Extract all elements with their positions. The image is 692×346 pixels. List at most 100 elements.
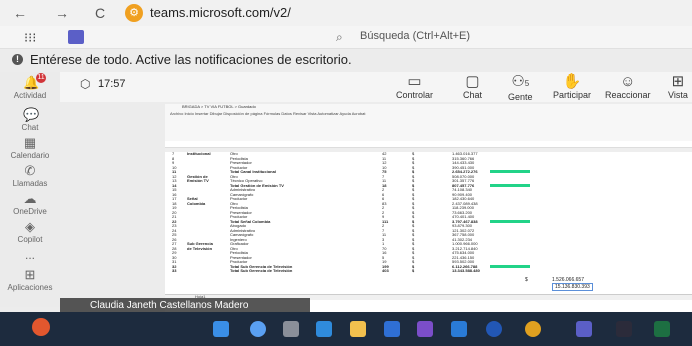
cell-highlight [490, 264, 530, 268]
chat-icon: ▢ [465, 73, 480, 90]
call-toolbar [60, 72, 692, 102]
shield-icon: ⬡ [80, 77, 91, 91]
rail-item-apps[interactable]: ⊞ Aplicaciones [0, 267, 60, 293]
cell-cat: Institucional [187, 151, 211, 156]
address-bar[interactable]: teams.microsoft.com/v2/ [150, 5, 291, 20]
teams-logo-icon [68, 30, 84, 44]
button-label: Participar [553, 90, 592, 100]
call-timer: 17:57 [98, 78, 126, 90]
excel-ribbon-tabs: Archivo Inicio Insertar Dibujar Disposic… [170, 111, 366, 116]
table-row: 18 Colombia Otro 83 $2.437.089.438 [172, 200, 692, 206]
info-icon: ! [12, 54, 23, 65]
rail-item-more[interactable]: ... [0, 248, 60, 262]
table-row: 26 Ingeniero 3 $41.302.234 [172, 237, 692, 242]
rail-item-calendar[interactable]: ▦ Calendario [0, 135, 60, 161]
forward-icon[interactable]: → [54, 5, 70, 21]
table-row: 30 Presentador 5 $221.436.150 [172, 255, 692, 260]
table-row: 28 de Televisión Otro 70 $3.212.714.840 [172, 245, 692, 251]
calendar-icon: ▦ [23, 135, 37, 150]
rail-label: Copilot [17, 235, 43, 244]
table-row: 16 Camarógrafo 6 $90.909.400 [172, 192, 692, 197]
table-row: 20 Presentador 2 $73.663.200 [172, 210, 692, 215]
cell-highlight [490, 219, 530, 223]
chat-icon: 💬 [23, 107, 40, 122]
edge-icon[interactable] [316, 321, 332, 337]
rail-label: Actividad [13, 91, 47, 100]
activity-badge: 11 [36, 73, 46, 83]
copilot-icon: ◈ [25, 219, 35, 234]
teams-app-icon[interactable] [576, 321, 592, 337]
hand-icon: ✋ [562, 73, 582, 90]
cell-cat: Emisión TV [187, 178, 209, 183]
people-icon: ⚇5 [508, 74, 533, 92]
raise-hand-button[interactable]: ✋ Participar [553, 73, 592, 101]
excel-icon[interactable] [654, 321, 670, 337]
teams-taskbar-icon[interactable] [417, 321, 433, 337]
search-icon[interactable]: ⌕ [336, 30, 343, 45]
search-icon[interactable] [250, 321, 266, 337]
summary-value-selected: 15.136.830.393 [552, 283, 593, 291]
table-row: 17 Señal Productor 6 $182.430.640 [172, 197, 692, 201]
button-label: Controlar [396, 90, 434, 100]
rail-item-chat[interactable]: 💬 Chat [0, 107, 60, 133]
cell-cat: de Televisión [187, 245, 213, 251]
chat-button[interactable]: ▢ Chat [463, 73, 483, 101]
chrome-icon[interactable] [525, 321, 541, 337]
formula-bar [165, 141, 692, 148]
screen-control-icon: ▭ [407, 73, 422, 90]
table-row: 9 Presentador 12 $144.433.430 [172, 161, 692, 165]
rail-label: Llamadas [12, 179, 48, 188]
terminal-icon[interactable] [616, 321, 632, 337]
cell-highlight [490, 170, 530, 173]
rail-item-activity[interactable]: 🔔 Actividad [0, 75, 60, 101]
back-icon[interactable]: ← [12, 5, 28, 21]
smile-icon: ☺ [620, 73, 636, 90]
cell-highlight [490, 183, 530, 187]
file-explorer-icon[interactable] [350, 321, 366, 337]
teams-header [0, 26, 692, 49]
button-label: Chat [463, 90, 483, 100]
weather-icon[interactable] [32, 318, 50, 336]
outlook-icon[interactable] [384, 321, 400, 337]
cell-cat: Colombia [187, 200, 206, 206]
button-label: Vista [668, 90, 688, 100]
search-input[interactable]: Búsqueda (Ctrl+Alt+E) [360, 30, 470, 42]
cell-sub: Total Sub Gerencia de Televisión [230, 268, 293, 273]
control-button[interactable]: ▭ Controlar [396, 73, 434, 101]
people-button[interactable]: ⚇5 Gente [508, 74, 533, 103]
hp-icon[interactable] [486, 321, 502, 337]
table-row: 27 Sub Gerencia Graficador 1 $1.000.966.000 [172, 242, 692, 246]
bell-icon: 🔔 [23, 75, 40, 90]
notification-text[interactable]: Entérese de todo. Active las notificacio… [30, 52, 352, 67]
table-row: 7 Institucional Otro 42 $1.463.016.377 [172, 152, 692, 156]
cloud-icon: ☁ [23, 191, 37, 206]
presenter-name: Claudia Janeth Castellanos Madero [90, 300, 249, 311]
cell-val: 13.343.588.480 [452, 268, 480, 273]
site-security-icon[interactable]: ⚙ [125, 4, 143, 22]
task-view-icon[interactable] [283, 321, 299, 337]
start-icon[interactable] [213, 321, 229, 337]
rail-item-calls[interactable]: ✆ Llamadas [0, 163, 60, 189]
rail-label: Calendario [10, 151, 50, 160]
excel-title: BRIGADA > TV VIA FUTBOL > Guardado [182, 104, 256, 109]
table-row: 25 Camarógrafo 11 $367.758.000 [172, 233, 692, 237]
phone-icon: ✆ [24, 163, 36, 178]
react-button[interactable]: ☺ Reaccionar [605, 73, 651, 101]
rail-item-onedrive[interactable]: ☁ OneDrive [0, 191, 60, 217]
view-button[interactable]: ⊞ Vista [668, 73, 688, 101]
table-total-row: 22 Total Señal Colombia 111 $3.797.467.838 [172, 219, 692, 224]
app-icon[interactable] [451, 321, 467, 337]
app-launcher-icon[interactable]: ⁝⁝⁝ [24, 30, 36, 46]
rail-label: Aplicaciones [7, 283, 53, 292]
cell-cur: $ [412, 268, 415, 273]
apps-icon: ⊞ [24, 267, 36, 282]
app-rail: 🔔 Actividad 💬 Chat ▦ Calendario ✆ Llamadas ☁… [0, 72, 60, 307]
summary-currency: $ [525, 277, 528, 283]
rail-item-copilot[interactable]: ◈ Copilot [0, 219, 60, 245]
grid-icon: ⊞ [671, 73, 685, 90]
button-label: Gente [508, 92, 533, 102]
rail-label: OneDrive [13, 207, 47, 216]
button-label: Reaccionar [605, 90, 651, 100]
reload-icon[interactable]: C [92, 5, 108, 21]
cell-num: 33 [172, 268, 177, 273]
